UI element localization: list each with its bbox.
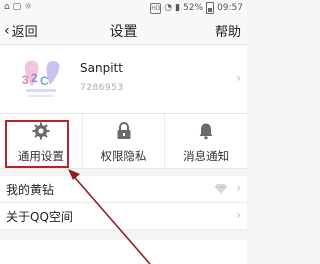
- grid-item-notifications[interactable]: 消息通知: [165, 114, 247, 168]
- nickname: Sanpitt: [80, 61, 123, 75]
- battery-percent: 52%: [183, 3, 204, 13]
- list-item-label: 关于QQ空间: [6, 210, 73, 224]
- wifi-icon: ◔: [164, 3, 173, 13]
- hd-icon: HD: [150, 2, 162, 14]
- grid-item-label: 消息通知: [183, 149, 230, 163]
- bell-icon: [199, 123, 213, 140]
- avatar: 3 2 C: [12, 51, 70, 107]
- clock: 09:57: [217, 3, 243, 13]
- diamond-icon: [215, 184, 227, 194]
- chevron-right-icon: ›: [236, 181, 241, 195]
- list-item-yellow-diamond[interactable]: 我的黄钻 ›: [0, 176, 247, 203]
- nav-bar: ‹ 返回 设置 帮助: [0, 16, 247, 45]
- grid-item-label: 权限隐私: [100, 149, 147, 163]
- chevron-right-icon: ›: [236, 71, 241, 85]
- qq-number: 7286953: [80, 83, 124, 93]
- svg-text:C: C: [40, 74, 49, 88]
- notification-icons: ⌂ ▢ ☼: [4, 2, 33, 12]
- chevron-right-icon: ›: [236, 208, 241, 222]
- status-icons: HD ◔ ▮ 52% 09:57: [150, 2, 243, 14]
- svg-text:2: 2: [31, 71, 38, 85]
- avatar-image: 3 2 C: [22, 60, 60, 97]
- battery-icon: [206, 2, 215, 14]
- highlight-box: [5, 120, 69, 168]
- status-bar: ⌂ ▢ ☼ HD ◔ ▮ 52% 09:57: [0, 0, 247, 16]
- list-item-about[interactable]: 关于QQ空间 ›: [0, 203, 247, 230]
- help-button[interactable]: 帮助: [215, 21, 241, 40]
- lock-icon: [117, 122, 130, 139]
- svg-text:3: 3: [22, 73, 29, 87]
- profile-card[interactable]: 3 2 C Sanpitt 7286953 ›: [0, 45, 247, 114]
- page-title: 设置: [109, 24, 138, 40]
- list-item-label: 我的黄钻: [6, 183, 55, 197]
- list-item-partial[interactable]: [0, 240, 247, 264]
- settings-list: 我的黄钻 › 关于QQ空间 ›: [0, 176, 247, 230]
- grid-item-privacy[interactable]: 权限隐私: [83, 114, 166, 168]
- signal-icon: ▮: [175, 3, 181, 13]
- section-spacer: [0, 230, 247, 240]
